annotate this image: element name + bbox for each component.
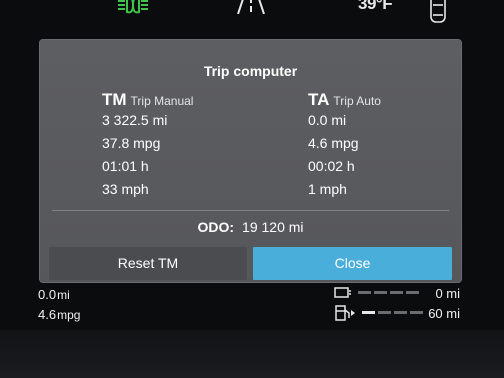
trip-auto-distance: 0.0 mi bbox=[308, 112, 347, 128]
status-bar: 39°F bbox=[0, 0, 504, 26]
car-icon bbox=[430, 0, 446, 23]
trip-auto-speed: 1 mph bbox=[308, 181, 347, 197]
trip-auto-header: TA Trip Auto bbox=[308, 90, 381, 112]
battery-range-gauge: 0 mi bbox=[334, 284, 460, 302]
trip-manual-column: TM Trip Manual 3 322.5 mi 37.8 mpg 01:01 … bbox=[102, 90, 193, 204]
trip-auto-time: 00:02 h bbox=[308, 158, 355, 174]
gauge-segment bbox=[394, 311, 407, 314]
bottom-panel bbox=[0, 330, 504, 378]
trip-distance-value: 0.0 bbox=[38, 287, 57, 302]
trip-manual-abbr: TM bbox=[102, 90, 127, 109]
trip-manual-consumption: 37.8 mpg bbox=[102, 135, 161, 151]
odometer-label: ODO: bbox=[197, 219, 235, 235]
gauge-segment bbox=[390, 291, 403, 294]
lane-assist-icon bbox=[237, 0, 265, 14]
trip-distance-unit: mi bbox=[57, 288, 70, 302]
gauge-segment bbox=[358, 291, 371, 294]
trip-consumption-unit: mpg bbox=[57, 308, 81, 322]
divider bbox=[52, 210, 449, 211]
battery-range-value: 0 mi bbox=[435, 286, 460, 301]
headlights-icon bbox=[118, 0, 148, 14]
close-button[interactable]: Close bbox=[253, 247, 452, 280]
trip-auto-abbr: TA bbox=[308, 90, 330, 109]
odometer: ODO: 19 120 mi bbox=[40, 219, 461, 235]
outside-temperature: 39°F bbox=[358, 0, 393, 13]
dialog-title: Trip computer bbox=[203, 63, 298, 79]
battery-icon bbox=[334, 287, 351, 298]
trip-manual-speed: 33 mph bbox=[102, 181, 149, 197]
reset-tm-button[interactable]: Reset TM bbox=[49, 247, 247, 280]
trip-distance-readout: 0.0mi bbox=[38, 287, 70, 302]
gauge-segment bbox=[362, 311, 375, 314]
trip-manual-name: Trip Manual bbox=[130, 94, 194, 108]
fuel-range-gauge: 60 mi bbox=[334, 304, 460, 322]
trip-consumption-readout: 4.6mpg bbox=[38, 307, 80, 322]
trip-auto-consumption: 4.6 mpg bbox=[308, 135, 359, 151]
gauge-segment bbox=[410, 311, 423, 314]
trip-manual-time: 01:01 h bbox=[102, 158, 149, 174]
gauge-segment bbox=[378, 311, 391, 314]
trip-auto-name: Trip Auto bbox=[333, 94, 381, 108]
trip-consumption-value: 4.6 bbox=[38, 307, 57, 322]
fuel-range-value: 60 mi bbox=[428, 306, 460, 321]
trip-manual-header: TM Trip Manual bbox=[102, 90, 193, 112]
trip-computer-dialog: Trip computer TM Trip Manual 3 322.5 mi 3… bbox=[40, 40, 461, 282]
gauge-segment bbox=[374, 291, 387, 294]
gauge-segment bbox=[406, 291, 419, 294]
odometer-value: 19 120 mi bbox=[242, 219, 304, 235]
fuel-pump-icon bbox=[335, 305, 355, 321]
trip-auto-column: TA Trip Auto 0.0 mi 4.6 mpg 00:02 h 1 mph bbox=[308, 90, 381, 204]
trip-manual-distance: 3 322.5 mi bbox=[102, 112, 168, 128]
